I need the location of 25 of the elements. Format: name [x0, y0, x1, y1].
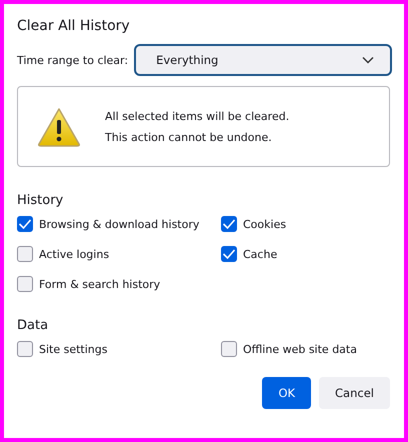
dialog-title: Clear All History: [17, 18, 131, 34]
checkbox[interactable]: [17, 246, 33, 262]
checkbox[interactable]: [221, 216, 237, 232]
checkbox-option[interactable]: Cache: [221, 246, 392, 262]
warning-text: This action cannot be undone.: [105, 130, 273, 146]
checkbox-option[interactable]: Cookies: [221, 216, 392, 232]
cancel-button[interactable]: Cancel: [319, 377, 390, 409]
chevron-down-icon: [362, 56, 374, 64]
warning-icon: [37, 106, 81, 146]
checkbox-option[interactable]: Offline web site data: [221, 341, 392, 357]
checkbox[interactable]: [221, 341, 237, 357]
checkbox-option[interactable]: Site settings: [17, 341, 221, 357]
checkbox-option[interactable]: Active logins: [17, 246, 221, 262]
checkbox[interactable]: [17, 276, 33, 292]
section-heading: History: [17, 193, 64, 208]
time-range-dropdown[interactable]: Everything: [134, 44, 392, 76]
checkbox[interactable]: [17, 341, 33, 357]
ok-button[interactable]: OK: [262, 377, 312, 409]
checkbox[interactable]: [221, 246, 237, 262]
time-range-label: Time range to clear:: [17, 54, 128, 66]
warning-text: All selected items will be cleared.: [105, 108, 290, 124]
section-heading: Data: [17, 318, 50, 333]
checkbox-option[interactable]: Form & search history: [17, 276, 221, 292]
checkbox[interactable]: [17, 216, 33, 232]
checkbox-option[interactable]: Browsing & download history: [17, 216, 221, 232]
